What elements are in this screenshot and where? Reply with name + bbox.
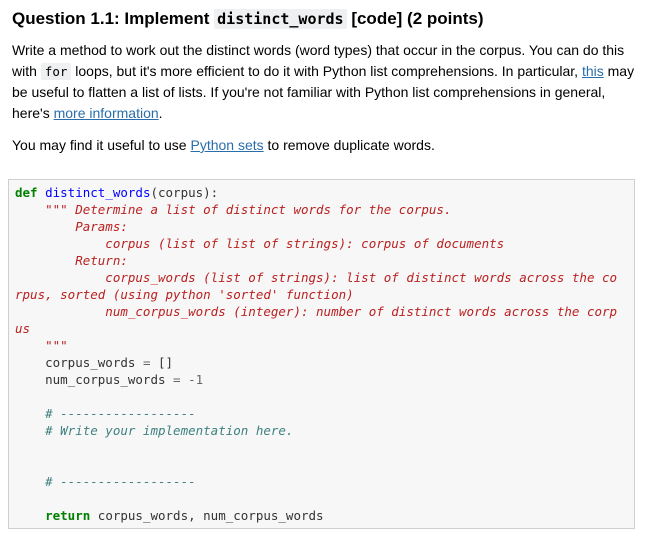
para1-text-2: loops, but it's more efficient to do it … [71,63,582,79]
corpus-words-var: corpus_words [15,355,143,370]
sets-paragraph: You may find it useful to use Python set… [12,135,636,156]
comment-line: # ------------------ [15,406,196,421]
def-keyword: def [15,185,38,200]
docstring-line: """ [15,338,68,353]
docstring-line: Params: [15,219,128,234]
return-values: corpus_words, num_corpus_words [90,508,324,523]
question-heading: Question 1.1: Implement distinct_words [… [12,6,636,32]
code-line-def: def distinct_words(corpus): [15,184,634,201]
function-signature: (corpus): [150,185,219,200]
for-code: for [40,63,72,80]
markdown-cell: Question 1.1: Implement distinct_words [… [12,6,636,156]
para2-text-1: You may find it useful to use [12,137,191,153]
code-line-return: return corpus_words, num_corpus_words [15,507,634,524]
function-name: distinct_words [45,185,151,200]
para1-text-4: . [158,105,163,121]
return-keyword: return [45,508,91,523]
docstring-line: rpus, sorted (using python 'sorted' func… [15,287,354,302]
para2-text-2: to remove duplicate words. [263,137,435,153]
docstring-line: num_corpus_words (integer): number of di… [15,304,618,319]
docstring-line: us [15,321,31,336]
code-line-num-corpus-words: num_corpus_words = -1 [15,371,634,388]
code-line-corpus-words: corpus_words = [] [15,354,634,371]
assign-op: = [173,372,181,387]
code-cell[interactable]: def distinct_words(corpus): """ Determin… [8,179,635,529]
heading-code: distinct_words [214,9,347,29]
this-link[interactable]: this [582,63,604,79]
instructions-paragraph: Write a method to work out the distinct … [12,40,636,124]
num-corpus-words-var: num_corpus_words [15,372,174,387]
more-information-link[interactable]: more information [54,105,159,121]
corpus-words-value: [] [150,355,174,370]
docstring-line: corpus_words (list of strings): list of … [15,270,618,285]
comment-line: # Write your implementation here. [15,423,294,438]
docstring-line: corpus (list of list of strings): corpus… [15,236,505,251]
heading-suffix: [code] (2 points) [346,9,484,28]
heading-prefix: Question 1.1: Implement [12,9,215,28]
docstring-line: Return: [15,253,128,268]
docstring-line: """ Determine a list of distinct words f… [15,202,452,217]
comment-line: # ------------------ [15,474,196,489]
python-sets-link[interactable]: Python sets [190,137,263,153]
num-corpus-words-value: -1 [188,372,204,387]
